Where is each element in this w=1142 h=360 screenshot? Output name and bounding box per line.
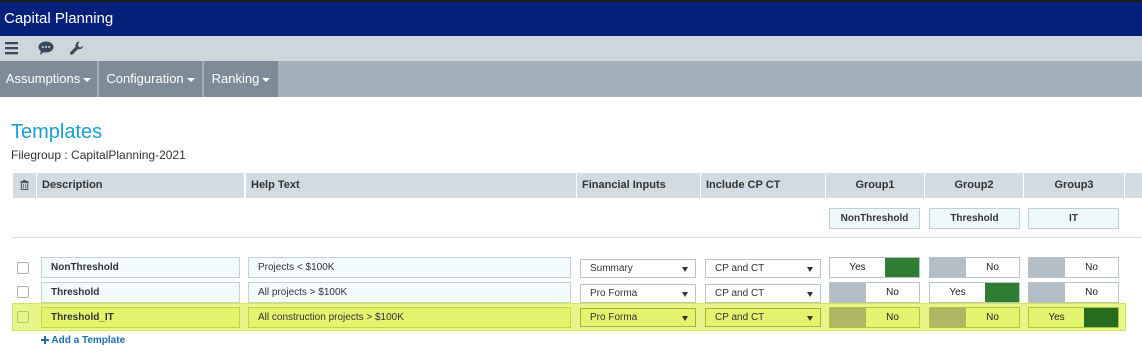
caret-down-icon [186,77,195,82]
extra-column-header [1125,173,1142,198]
group2-toggle[interactable]: No [929,257,1020,278]
main-menu-bar: Assumptions Configuration Ranking [0,61,1142,97]
toggle-label: Yes [949,287,966,298]
toggle-knob [985,283,1019,302]
toggle-label: No [1085,287,1098,298]
comment-icon[interactable] [37,40,55,57]
group3-toggle[interactable]: Yes [1028,307,1119,328]
filegroup-subtitle: Filegroup : CapitalPlanning-2021 [11,148,186,162]
include-cp-ct-column-header: Include CP CT [701,173,825,198]
ranking-menu[interactable]: Ranking [204,61,278,97]
configuration-menu[interactable]: Configuration [99,61,202,97]
caret-down-icon [262,77,271,82]
description-input[interactable]: Threshold_IT [41,307,240,328]
toggle-label: No [886,312,899,323]
ranking-menu-label: Ranking [211,71,260,86]
group2-label-button[interactable]: Threshold [929,208,1020,229]
toggle-knob [1029,283,1065,302]
help-text-input[interactable]: All construction projects > $100K [248,307,571,328]
toggle-label: Yes [849,262,866,273]
dropdown-arrow-icon [807,292,813,297]
add-template-label: Add a Template [51,335,126,346]
icon-toolbar [0,36,1142,61]
toggle-label: No [986,312,999,323]
description-input[interactable]: NonThreshold [41,257,240,278]
include-cp-ct-value: CP and CT [715,312,765,323]
financial-inputs-value: Summary [590,263,633,274]
dropdown-arrow-icon [682,316,688,321]
group3-toggle[interactable]: No [1028,257,1119,278]
row-select-checkbox[interactable] [17,262,29,274]
dropdown-arrow-icon [807,267,813,272]
include-cp-ct-select[interactable]: CP and CT [705,284,821,303]
financial-inputs-select[interactable]: Pro Forma [580,284,696,303]
dropdown-arrow-icon [682,267,688,272]
toggle-label: No [1085,262,1098,273]
group1-toggle[interactable]: No [829,282,920,303]
help-text-input[interactable]: All projects > $100K [248,282,571,303]
trash-icon[interactable] [20,179,29,191]
toggle-knob [1029,258,1065,277]
toggle-label: No [886,287,899,298]
group1-toggle[interactable]: Yes [829,257,920,278]
group2-column-header: Group2 [925,173,1023,198]
toggle-knob [930,258,966,277]
toggle-knob [930,308,966,327]
description-column-header: Description [37,173,244,198]
help-text-input[interactable]: Projects < $100K [248,257,571,278]
header-divider [11,237,1142,238]
include-cp-ct-value: CP and CT [715,263,765,274]
assumptions-menu-label: Assumptions [5,71,81,86]
include-cp-ct-value: CP and CT [715,288,765,299]
include-cp-ct-select[interactable]: CP and CT [705,308,821,327]
caret-down-icon [83,77,92,82]
group1-toggle[interactable]: No [829,307,920,328]
configuration-menu-label: Configuration [106,71,184,86]
wrench-icon[interactable] [69,40,87,57]
financial-inputs-select[interactable]: Summary [580,259,696,278]
plus-icon [41,335,51,346]
app-title: Capital Planning [4,10,114,27]
assumptions-menu[interactable]: Assumptions [0,61,97,97]
toggle-knob [885,258,919,277]
financial-inputs-value: Pro Forma [590,312,638,323]
financial-inputs-select[interactable]: Pro Forma [580,308,696,327]
toggle-knob [830,283,866,302]
row-select-checkbox[interactable] [17,311,29,323]
help-text-column-header: Help Text [246,173,576,198]
group3-toggle[interactable]: No [1028,282,1119,303]
group1-label-button[interactable]: NonThreshold [829,208,920,229]
menu-icon[interactable] [4,40,22,57]
group2-toggle[interactable]: No [929,307,1020,328]
financial-inputs-value: Pro Forma [590,288,638,299]
dropdown-arrow-icon [682,292,688,297]
add-template-link[interactable]: Add a Template [41,335,125,346]
row-select-checkbox[interactable] [17,286,29,298]
toggle-knob [1084,308,1118,327]
toggle-label: Yes [1048,312,1065,323]
group2-toggle[interactable]: Yes [929,282,1020,303]
group3-label-button[interactable]: IT [1028,208,1119,229]
page-title: Templates [11,121,103,143]
group3-column-header: Group3 [1024,173,1124,198]
include-cp-ct-select[interactable]: CP and CT [705,259,821,278]
app-title-bar: Capital Planning [0,2,1142,36]
toggle-label: No [986,262,999,273]
financial-inputs-column-header: Financial Inputs [577,173,700,198]
dropdown-arrow-icon [807,316,813,321]
toggle-knob [830,308,866,327]
delete-column-header[interactable] [13,173,36,198]
description-input[interactable]: Threshold [41,282,240,303]
group1-column-header: Group1 [826,173,924,198]
